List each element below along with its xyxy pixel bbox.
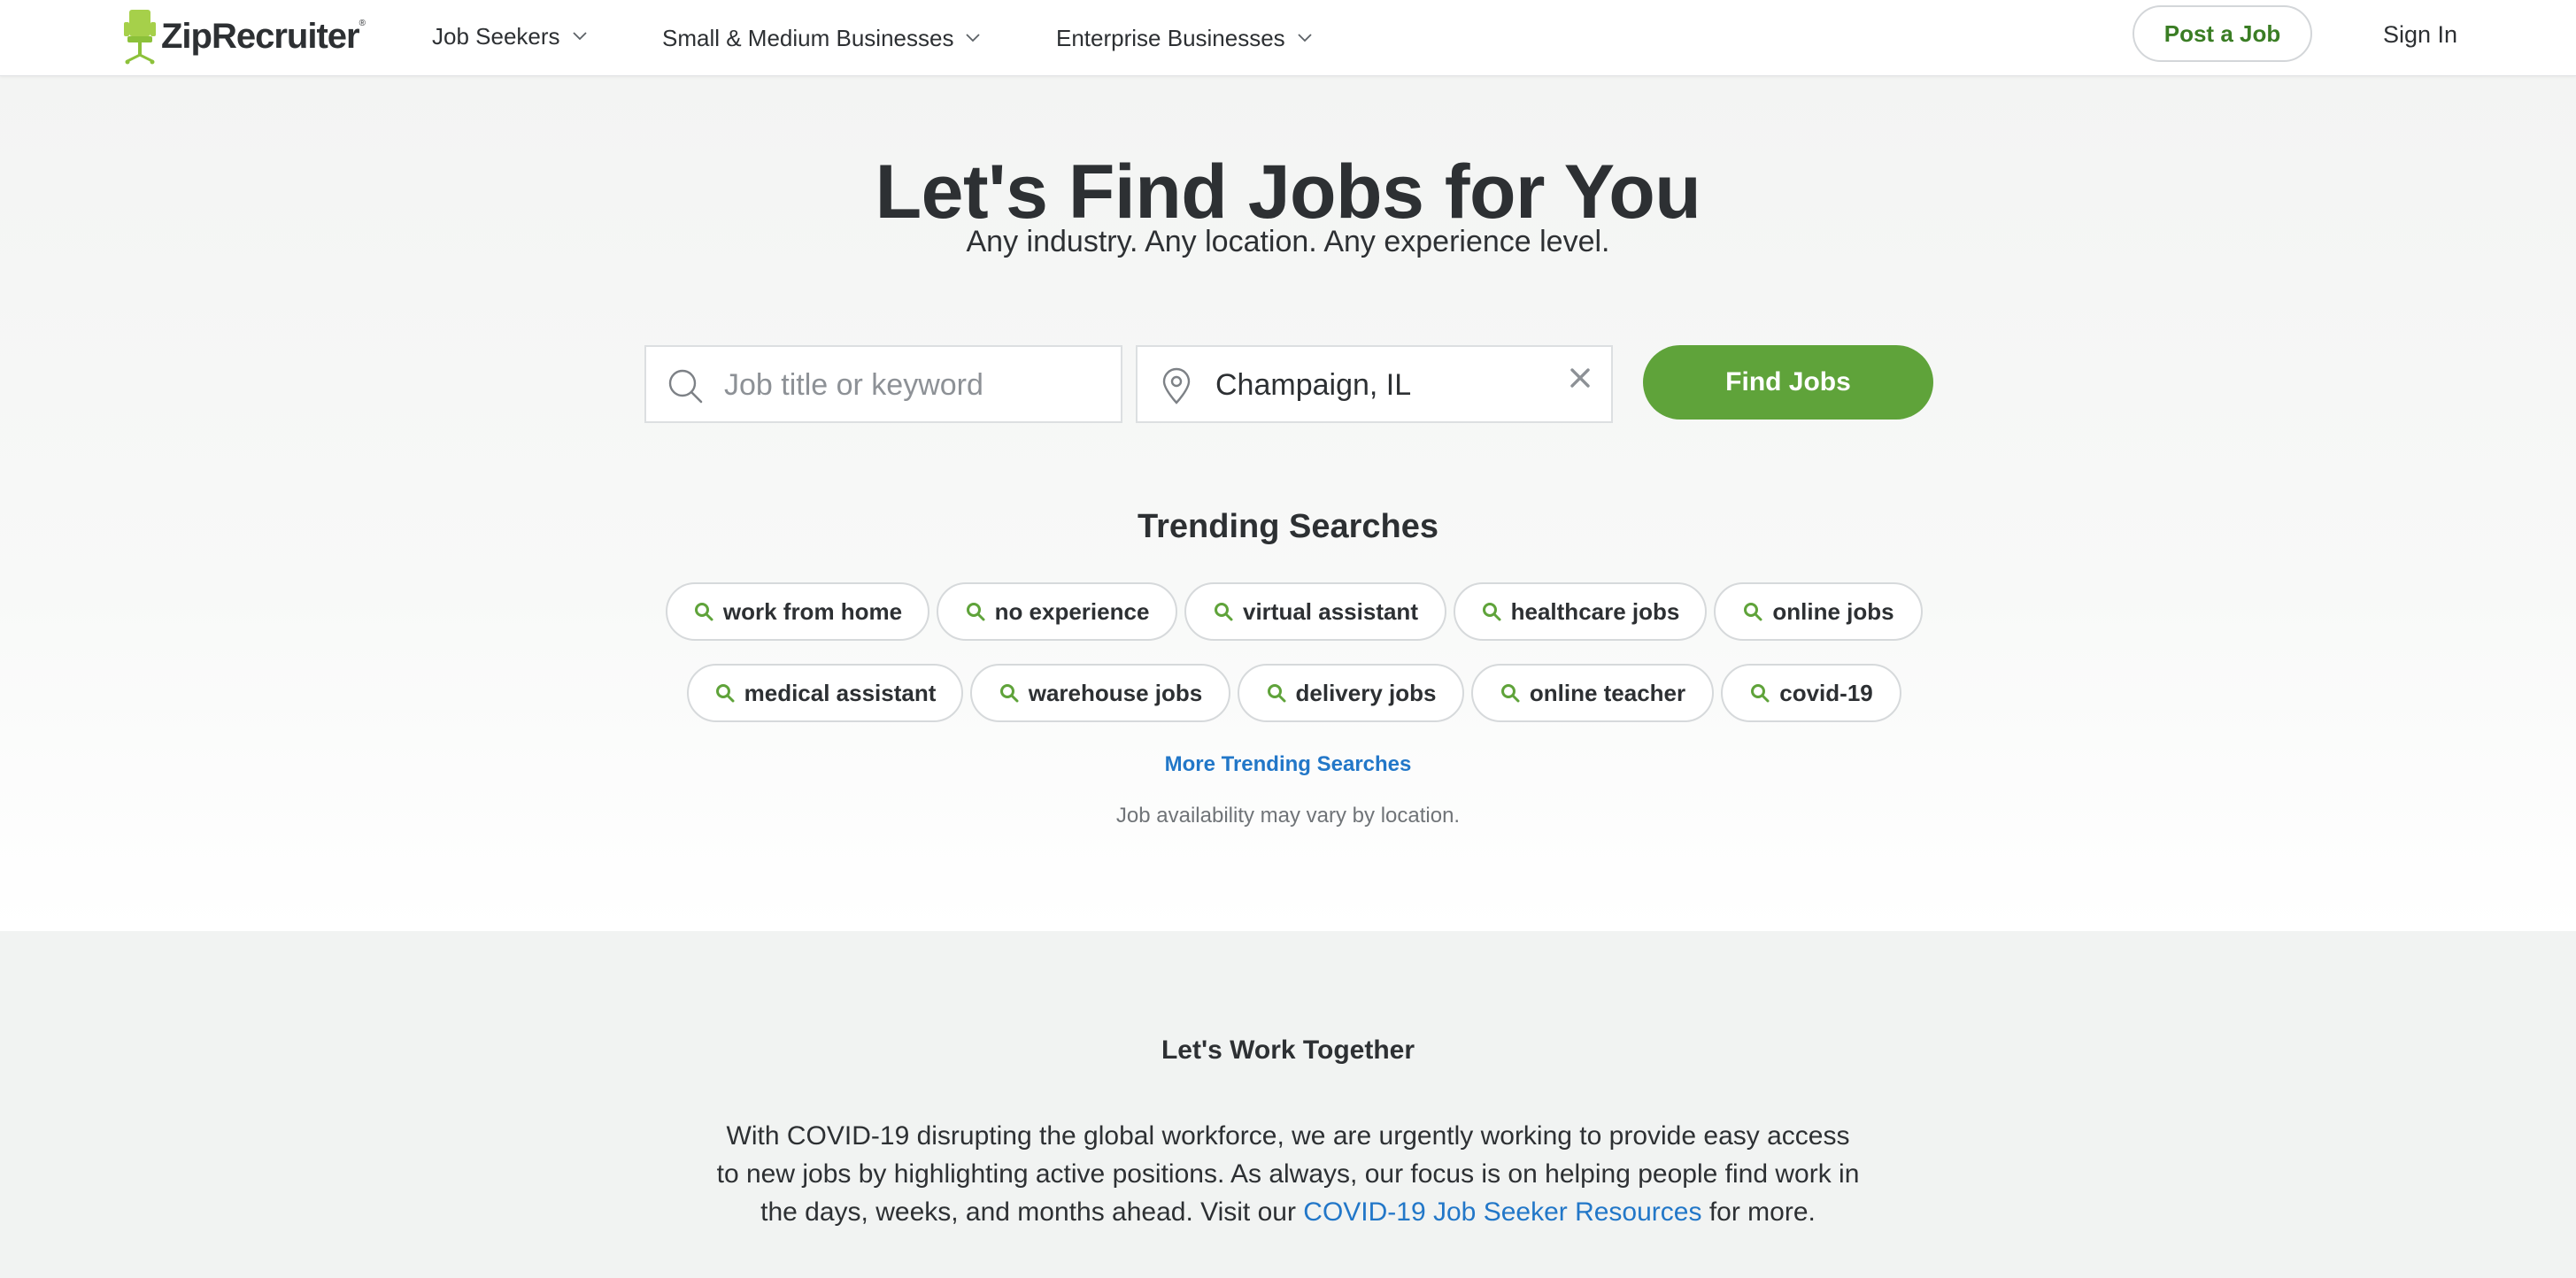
location-input[interactable] (1215, 359, 1552, 411)
search-icon (1744, 603, 1762, 621)
nav-enterprise-businesses[interactable]: Enterprise Businesses (1056, 19, 1312, 57)
chip-label: healthcare jobs (1510, 597, 1680, 625)
chip-label: work from home (722, 597, 903, 625)
keyword-input[interactable] (724, 359, 1105, 411)
work-together-title: Let's Work Together (1161, 1035, 1415, 1065)
trending-chip-healthcare-jobs[interactable]: healthcare jobs (1454, 582, 1707, 641)
trending-chip-virtual-assistant[interactable]: virtual assistant (1184, 582, 1446, 641)
chip-label: medical assistant (744, 679, 937, 706)
find-jobs-button[interactable]: Find Jobs (1643, 345, 1933, 420)
trending-chip-covid-19[interactable]: covid-19 (1721, 664, 1901, 722)
search-icon (1482, 603, 1501, 621)
chevron-down-icon (572, 32, 587, 41)
trending-chip-online-teacher[interactable]: online teacher (1471, 664, 1714, 722)
nav-smb-label: Small & Medium Businesses (662, 24, 954, 51)
logo-wordmark: ZipRecruiter® (161, 16, 366, 56)
trending-chip-delivery-jobs[interactable]: delivery jobs (1238, 664, 1464, 722)
search-icon (1500, 684, 1520, 703)
work-together-section: Let's Work Together With COVID-19 disrup… (0, 931, 2576, 1278)
page-subtitle: Any industry. Any location. Any experien… (966, 225, 1610, 258)
post-a-job-button[interactable]: Post a Job (2133, 5, 2312, 62)
availability-note: Job availability may vary by location. (1115, 804, 1461, 828)
nav-enterprise-label: Enterprise Businesses (1056, 24, 1285, 51)
trending-chip-warehouse-jobs[interactable]: warehouse jobs (970, 664, 1230, 722)
trending-chip-work-from-home[interactable]: work from home (666, 582, 929, 641)
nav-small-medium-businesses[interactable]: Small & Medium Businesses (662, 19, 981, 57)
search-icon (715, 684, 735, 703)
chip-label: online teacher (1529, 679, 1686, 706)
work-together-body: With COVID-19 disrupting the global work… (713, 1117, 1863, 1231)
chip-label: online jobs (1772, 597, 1894, 625)
nav-job-seekers[interactable]: Job Seekers (432, 18, 587, 55)
more-trending-searches-link[interactable]: More Trending Searches (0, 752, 2576, 777)
search-icon (694, 603, 713, 621)
chevron-down-icon (966, 34, 981, 42)
search-icon (1215, 603, 1233, 621)
page-title: Let's Find Jobs for You (875, 150, 1701, 235)
location-search-box (1136, 345, 1613, 423)
keyword-search-box (644, 345, 1122, 423)
chip-label: delivery jobs (1295, 679, 1437, 706)
covid-resources-link[interactable]: COVID-19 Job Seeker Resources (1303, 1197, 1701, 1227)
chair-logo-icon (124, 10, 156, 65)
search-icon (999, 684, 1019, 703)
search-icon (966, 603, 985, 621)
hero-section: Let's Find Jobs for You Any industry. An… (0, 76, 2576, 931)
trending-chip-no-experience[interactable]: no experience (937, 582, 1177, 641)
chip-label: no experience (994, 597, 1150, 625)
top-nav-bar: ZipRecruiter® Job Seekers Small & Medium… (0, 0, 2576, 76)
trending-searches-title: Trending Searches (1137, 508, 1438, 545)
search-icon (668, 369, 703, 404)
search-icon (1267, 684, 1286, 703)
search-icon (1751, 684, 1770, 703)
chip-label: warehouse jobs (1028, 679, 1203, 706)
ziprecruiter-logo[interactable]: ZipRecruiter® (122, 7, 366, 65)
nav-job-seekers-label: Job Seekers (432, 22, 560, 50)
sign-in-link[interactable]: Sign In (2383, 16, 2457, 53)
close-icon[interactable] (1565, 363, 1595, 393)
chevron-down-icon (1298, 34, 1312, 42)
trending-chip-medical-assistant[interactable]: medical assistant (687, 664, 963, 722)
chip-label: virtual assistant (1243, 597, 1418, 625)
chip-label: covid-19 (1779, 679, 1873, 706)
trending-chip-online-jobs[interactable]: online jobs (1714, 582, 1923, 641)
body-text-end: for more. (1701, 1197, 1816, 1227)
location-pin-icon (1162, 367, 1191, 404)
